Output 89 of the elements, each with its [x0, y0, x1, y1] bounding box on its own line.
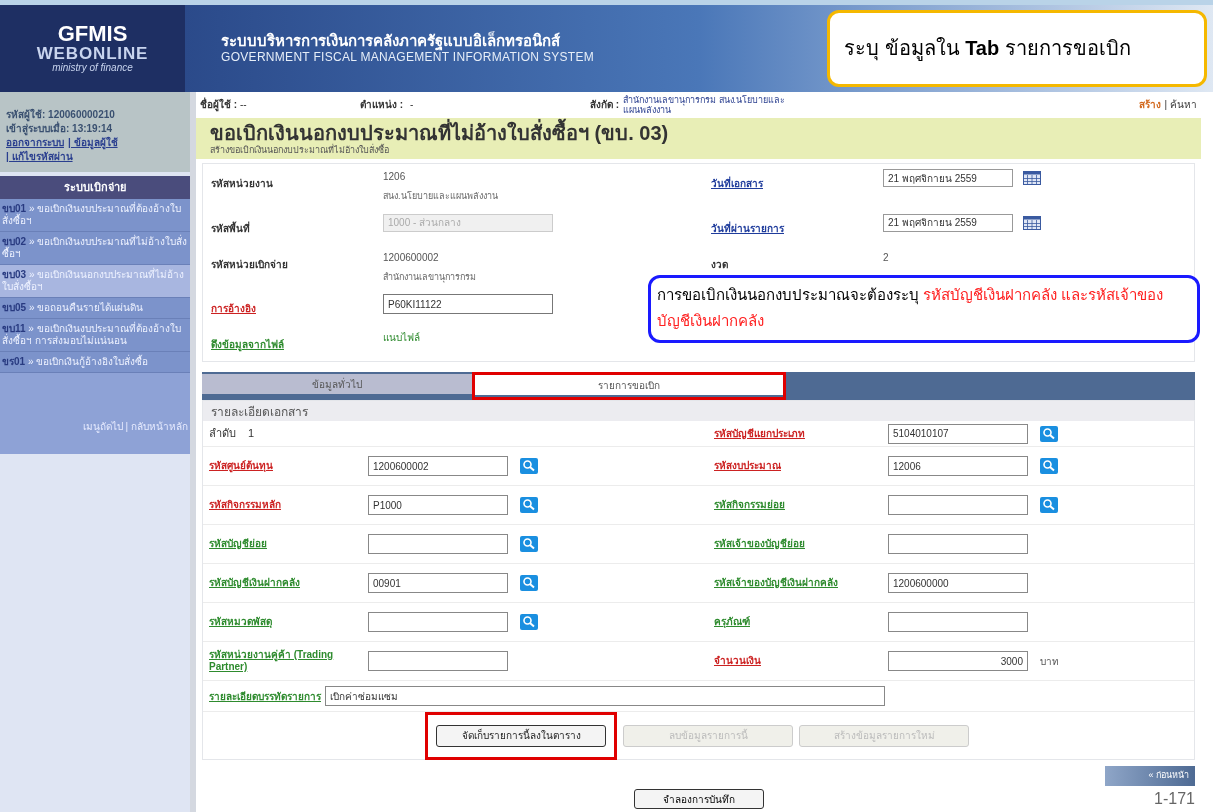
field-value: 1200600002 — [383, 250, 439, 265]
calendar-icon[interactable] — [1023, 171, 1041, 185]
calendar-icon[interactable] — [1023, 215, 1041, 230]
search-icon[interactable] — [520, 458, 538, 474]
menu-item[interactable]: ขบ11 » ขอเบิกเงินงบประมาณที่ต้องอ้างใบสั่งซื้อฯ การส่งมอบไม่แน่นอน — [0, 318, 190, 352]
field-link[interactable]: รหัสเจ้าของบัญชีย่อย — [714, 538, 805, 550]
field-link[interactable]: ดึงข้อมูลจากไฟล์ — [211, 339, 284, 350]
field-link[interactable]: รายละเอียดบรรทัดรายการ — [209, 688, 321, 704]
user-link[interactable]: | แก้ไขรหัสผ่าน — [6, 150, 73, 164]
tab[interactable]: ข้อมูลทั่วไป — [202, 374, 472, 394]
search-icon[interactable] — [1040, 497, 1058, 513]
search-icon[interactable] — [520, 575, 538, 591]
system-title: ระบบบริหารการเงินการคลังภาครัฐแบบอิเล็กทรอนิกส์ — [221, 31, 560, 51]
input-field[interactable] — [368, 651, 508, 671]
input-field[interactable] — [888, 495, 1028, 515]
input-field[interactable]: 12006 — [888, 456, 1028, 476]
attach-file-link[interactable]: แนบไฟล์ — [383, 330, 420, 345]
field-note: สนง.นโยบายและแผนพลังงาน — [383, 190, 498, 203]
instruction-callout: ระบุ ข้อมูลใน Tab รายการขอเบิก — [827, 10, 1207, 87]
input-field[interactable]: 1200600000 — [888, 573, 1028, 593]
input-field[interactable]: 1200600002 — [368, 456, 508, 476]
menu-item[interactable]: ขบ02 » ขอเบิกเงินงบประมาณที่ไม่อ้างใบสั่งซื้อฯ — [0, 231, 190, 265]
action-link[interactable]: | ค้นหา — [1164, 97, 1197, 113]
note-callout: การขอเบิกเงินนอกงบประมาณจะต้องระบุ รหัสบัญชีเงินฝากคลัง และรหัสเจ้าของบัญชีเงินฝากคลัง — [648, 275, 1200, 343]
search-icon[interactable] — [520, 497, 538, 513]
field-label: รหัสพื้นที่ — [211, 222, 250, 234]
field-link[interactable]: รหัสหมวดพัสดุ — [209, 616, 272, 628]
menu-item[interactable]: ขบ05 » ขอถอนคืนรายได้แผ่นดิน — [0, 297, 190, 319]
user-label: ชื่อผู้ใช้ : — [200, 97, 239, 113]
sequence-label: ลำดับ — [209, 426, 236, 442]
user-value: -- — [240, 98, 248, 113]
field-link[interactable]: การอ้างอิง — [211, 303, 256, 314]
input-field[interactable]: เบิกค่าซ่อมแซม — [325, 686, 885, 706]
field-label: รหัสหน่วยเบิกจ่าย — [211, 258, 288, 270]
field-link[interactable]: รหัสกิจกรรมหลัก — [209, 499, 281, 511]
search-icon[interactable] — [1040, 425, 1058, 442]
system-title-english: GOVERNMENT FISCAL MANAGEMENT INFORMATION SYSTEM — [221, 50, 595, 66]
field-link[interactable]: รหัสงบประมาณ — [714, 460, 781, 472]
menu-title: ระบบเบิกจ่าย — [0, 176, 190, 199]
field-link[interactable]: รหัสบัญชีเงินฝากคลัง — [209, 577, 300, 589]
input-field[interactable] — [888, 612, 1028, 632]
field-link[interactable]: รหัสกิจกรรมย่อย — [714, 499, 785, 511]
input-field[interactable]: 3000 — [888, 651, 1028, 671]
field-link[interactable]: วันที่เอกสาร — [711, 178, 763, 189]
user-id: รหัสผู้ใช้: 120060000210 — [6, 108, 116, 122]
input-field[interactable]: P1000 — [368, 495, 508, 515]
date-field[interactable]: 21 พฤศจิกายน 2559 — [883, 169, 1013, 187]
position-value: - — [410, 98, 415, 113]
input-field[interactable] — [888, 534, 1028, 554]
field-value: 1206 — [383, 170, 406, 184]
login-time: เข้าสู่ระบบเมื่อ: 13:19:14 — [6, 122, 184, 136]
org-value: สำนักงานเลขานุการกรม สนง.นโยบายและแผนพลังงาน — [623, 94, 787, 115]
page-subtitle: สร้างขอเบิกเงินนอกงบประมาณที่ไม่อ้างใบสั่งซื้อ — [210, 144, 390, 156]
input-field[interactable]: P60KI11122 — [383, 294, 553, 314]
tab[interactable]: รายการขอเบิก — [475, 375, 783, 395]
date-field[interactable]: 21 พฤศจิกายน 2559 — [883, 213, 1013, 232]
search-icon[interactable] — [1040, 458, 1058, 474]
unit-label: บาท — [1040, 654, 1059, 669]
field-label: รหัสหน่วยงาน — [211, 178, 273, 189]
input-field[interactable] — [368, 534, 508, 554]
field-value: 2 — [883, 250, 889, 265]
menu-item[interactable]: ขร01 » ขอเบิกเงินกู้อ้างอิงใบสั่งซื้อ — [0, 351, 190, 373]
search-icon[interactable] — [520, 614, 538, 630]
section-title: รายละเอียดเอกสาร — [203, 401, 1194, 421]
field-link[interactable]: รหัสบัญชีย่อย — [209, 538, 267, 550]
menu-item[interactable]: ขบ01 » ขอเบิกเงินงบประมาณที่ต้องอ้างใบสั่งซื้อฯ — [0, 198, 190, 232]
field-link[interactable]: ครุภัณฑ์ — [714, 616, 750, 628]
page-number: 1-171 — [1154, 791, 1195, 807]
field-link[interactable]: จำนวนเงิน — [714, 655, 761, 667]
previous-link[interactable]: « ก่อนหน้า — [1105, 766, 1195, 786]
menu-item[interactable]: ขบ03 » ขอเบิกเงินนอกงบประมาณที่ไม่อ้างใบสั่งซื้อฯ — [0, 264, 190, 298]
field-label: งวด — [711, 258, 728, 270]
page-title: ขอเบิกเงินนอกงบประมาณที่ไม่อ้างใบสั่งซื้อฯ (ขบ. 03) — [210, 120, 1187, 145]
logo: GFMIS WEBONLINE ministry of finance — [0, 5, 185, 92]
simulate-save-button[interactable]: จำลองการบันทึก — [633, 789, 764, 809]
user-link[interactable]: ออกจากระบบ — [6, 136, 64, 150]
field-link[interactable]: รหัสศูนย์ต้นทุน — [209, 460, 273, 472]
search-icon[interactable] — [520, 536, 538, 552]
input-field[interactable]: 00901 — [368, 573, 508, 593]
org-label: สังกัด : — [590, 98, 620, 113]
action-link[interactable]: สร้าง — [1138, 97, 1161, 113]
field-link[interactable]: วันที่ผ่านรายการ — [711, 222, 784, 234]
input-field[interactable]: 5104010107 — [888, 423, 1028, 444]
action-button[interactable]: จัดเก็บรายการนี้ลงในตาราง — [436, 724, 606, 747]
field-note: สำนักงานเลขานุการกรม — [383, 270, 476, 284]
position-label: ตำแหน่ง : — [360, 98, 405, 113]
input-field[interactable] — [368, 612, 508, 632]
sequence-value: 1 — [248, 426, 255, 442]
user-link[interactable]: | ข้อมูลผู้ใช้ — [68, 136, 118, 150]
